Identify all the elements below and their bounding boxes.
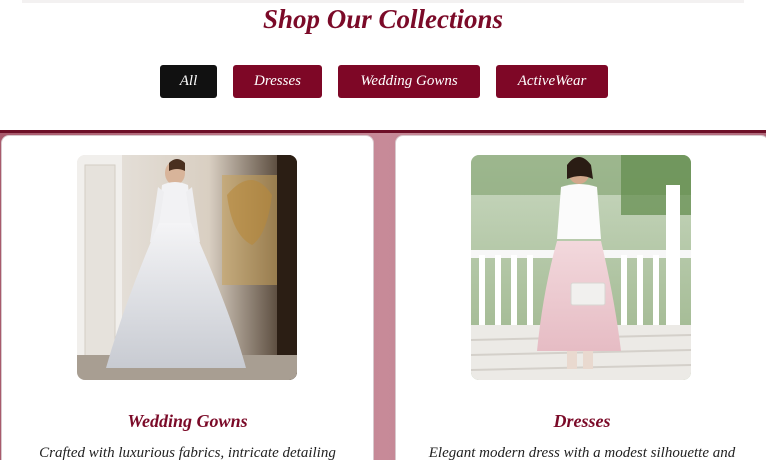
filter-bar: All Dresses Wedding Gowns ActiveWear bbox=[0, 65, 766, 99]
page-title: Shop Our Collections bbox=[262, 4, 504, 34]
product-card-wedding-gowns[interactable]: Wedding Gowns Crafted with luxurious fab… bbox=[1, 135, 374, 460]
product-description: Elegant modern dress with a modest silho… bbox=[428, 445, 736, 460]
collections-page: Shop Our Collections All Dresses Wedding… bbox=[0, 0, 766, 460]
filter-wedding-gowns-button[interactable]: Wedding Gowns bbox=[338, 65, 480, 98]
filter-all-button[interactable]: All bbox=[160, 65, 217, 98]
bride-in-white-gown-photo[interactable] bbox=[77, 155, 297, 380]
filter-activewear-button[interactable]: ActiveWear bbox=[496, 65, 608, 98]
grid-divider bbox=[0, 130, 766, 133]
product-description: Crafted with luxurious fabrics, intricat… bbox=[39, 445, 336, 460]
woman-in-lace-skirt-photo[interactable] bbox=[471, 155, 691, 380]
product-title[interactable]: Wedding Gowns bbox=[2, 411, 373, 432]
filter-dresses-button[interactable]: Dresses bbox=[233, 65, 322, 98]
product-card-dresses[interactable]: Dresses Elegant modern dress with a mode… bbox=[395, 135, 766, 460]
product-title[interactable]: Dresses bbox=[396, 411, 766, 432]
